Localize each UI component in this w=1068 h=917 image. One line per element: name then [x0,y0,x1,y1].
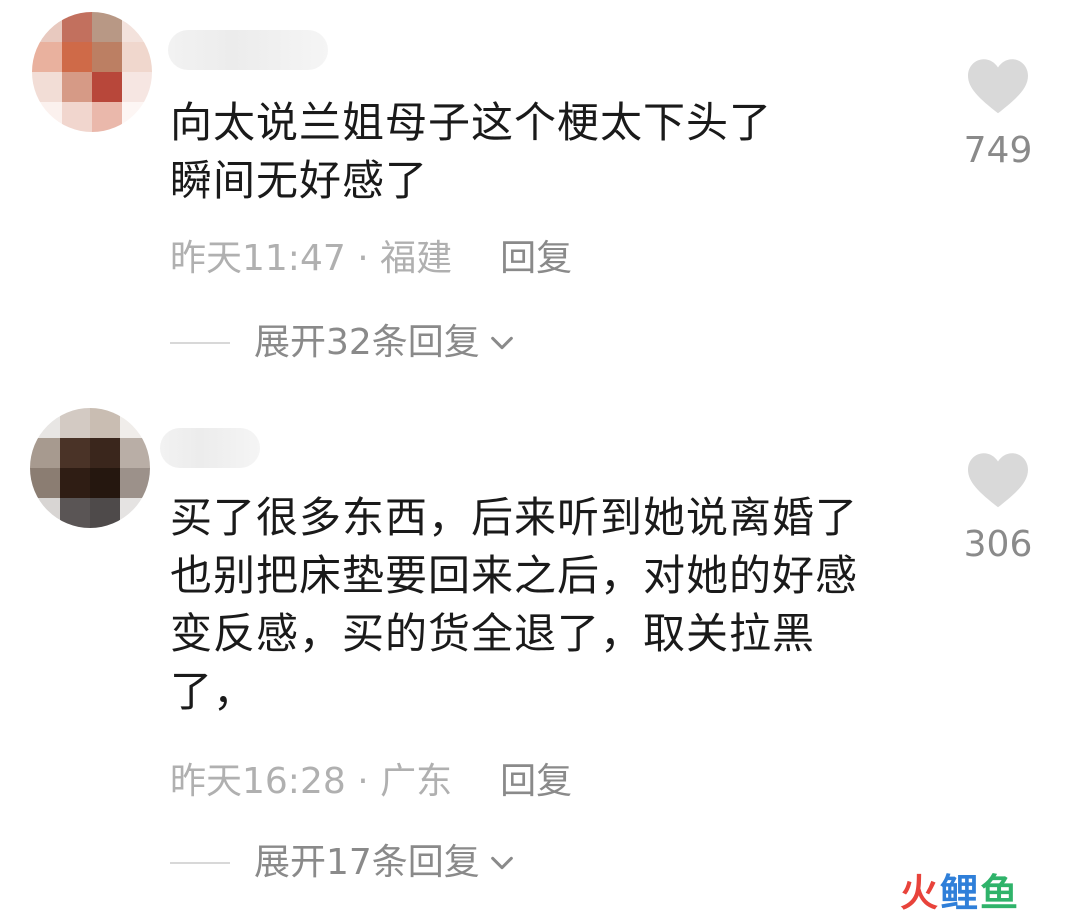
username-blurred[interactable] [160,428,260,468]
comment-location: 广东 [380,761,453,802]
divider-line [170,862,230,864]
meta-separator: · [345,238,381,279]
comment-meta: 昨天16:28 · 广东 回复 [170,757,572,807]
comment-text: 向太说兰姐母子这个梗太下头了 瞬间无好感了 [170,98,773,205]
like-count: 306 [963,524,1033,565]
comment-time: 昨天16:28 [170,761,346,802]
username-blurred[interactable] [168,30,328,70]
reply-button[interactable]: 回复 [500,761,572,802]
like-count: 749 [963,130,1033,171]
watermark-logo: 火鲤鱼 [900,862,1020,917]
expand-replies-button[interactable]: 展开32条回复 [170,318,516,368]
like-button[interactable]: 306 [960,450,1036,565]
expand-replies-label: 展开32条回复 [254,322,480,363]
divider-line [170,342,230,344]
heart-icon [968,59,1028,114]
reply-button[interactable]: 回复 [500,238,572,279]
avatar[interactable] [32,12,152,132]
chevron-down-icon [490,336,513,350]
watermark-part: 鲤 [940,871,981,915]
comment-meta: 昨天11:47 · 福建 回复 [170,234,572,284]
like-button[interactable]: 749 [960,56,1036,171]
expand-replies-button[interactable]: 展开17条回复 [170,838,516,888]
comment-text: 买了很多东西，后来听到她说离婚了 也别把床垫要回来之后，对她的好感 变反感，买的… [170,493,859,716]
watermark-part: 鱼 [980,871,1021,915]
heart-icon [968,453,1028,508]
meta-separator: · [345,761,381,802]
expand-replies-label: 展开17条回复 [254,842,480,883]
comment-location: 福建 [380,238,453,279]
chevron-down-icon [490,856,513,870]
comment-time: 昨天11:47 [170,238,346,279]
watermark-part: 火 [900,871,941,915]
avatar[interactable] [30,408,150,528]
